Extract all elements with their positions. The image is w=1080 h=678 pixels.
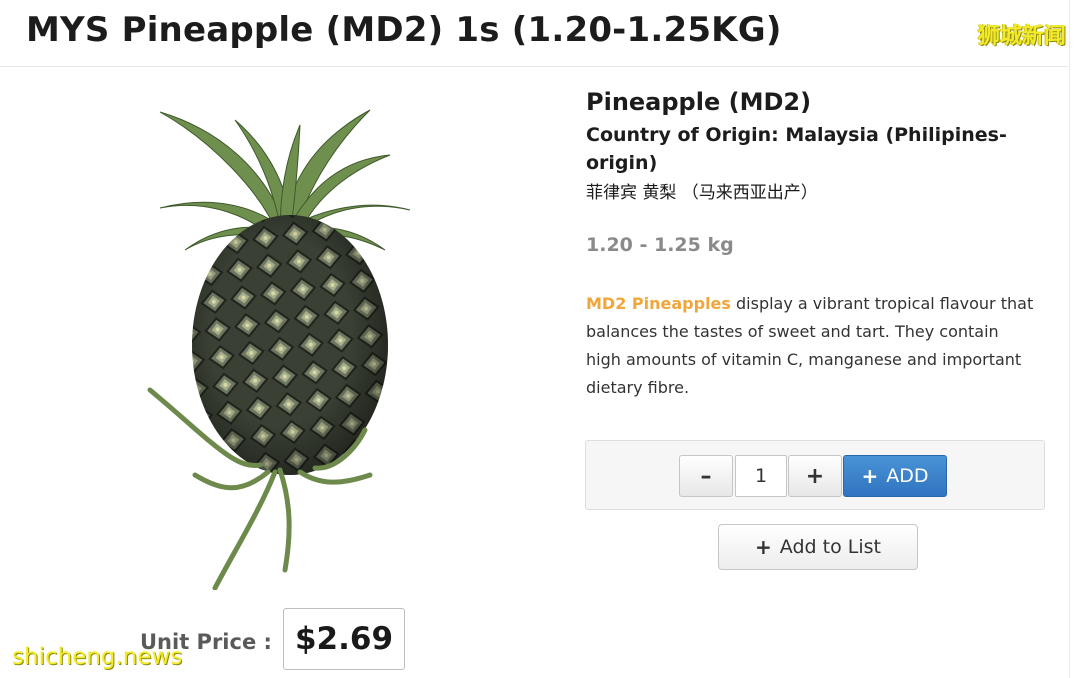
product-weight: 1.20 - 1.25 kg bbox=[586, 234, 734, 256]
panel-border bbox=[1069, 0, 1070, 678]
price-box: $2.69 bbox=[283, 608, 405, 670]
add-button-label: ADD bbox=[886, 465, 929, 487]
add-to-cart-panel: – 1 + + ADD bbox=[585, 440, 1045, 510]
chinese-name: 菲律宾 黄梨 （马来西亚出产） bbox=[586, 183, 818, 203]
add-to-list-label: Add to List bbox=[779, 536, 881, 558]
watermark-top: 狮城新闻 bbox=[977, 24, 1066, 49]
plus-icon: + bbox=[755, 535, 772, 559]
pineapple-image bbox=[147, 109, 411, 590]
header-divider bbox=[0, 66, 1068, 67]
quantity-decrease-button[interactable]: – bbox=[679, 455, 733, 497]
product-name: Pineapple (MD2) bbox=[586, 88, 812, 116]
description-highlight: MD2 Pineapples bbox=[586, 294, 731, 313]
add-to-cart-button[interactable]: + ADD bbox=[843, 455, 947, 497]
product-description: MD2 Pineapples display a vibrant tropica… bbox=[586, 290, 1036, 402]
page-title: MYS Pineapple (MD2) 1s (1.20-1.25KG) bbox=[26, 10, 782, 50]
quantity-increase-button[interactable]: + bbox=[788, 455, 842, 497]
quantity-input[interactable]: 1 bbox=[735, 455, 787, 497]
price-value: $2.69 bbox=[294, 621, 394, 657]
country-of-origin: Country of Origin: Malaysia (Philipines-… bbox=[586, 124, 1007, 174]
add-to-list-button[interactable]: + Add to List bbox=[718, 524, 918, 570]
watermark-bottom: shicheng.news bbox=[12, 644, 183, 670]
plus-icon: + bbox=[861, 464, 879, 488]
